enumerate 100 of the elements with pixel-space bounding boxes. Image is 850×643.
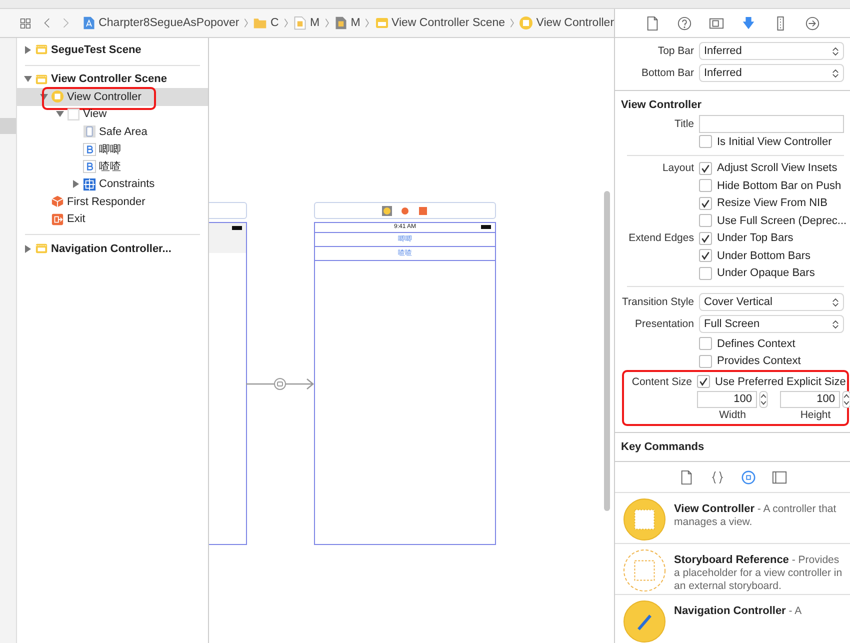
chevron-icon — [365, 16, 370, 30]
stepper-icon[interactable] — [842, 390, 850, 408]
checkbox-label: Under Bottom Bars — [717, 250, 811, 262]
view-controller-icon[interactable] — [382, 206, 392, 216]
outline-item[interactable]: Safe Area — [17, 123, 208, 140]
field-label: Bottom Bar — [640, 67, 695, 79]
field-caption: Height — [800, 408, 831, 420]
checkbox[interactable] — [699, 214, 712, 228]
outline-item[interactable]: Constraints — [17, 176, 208, 193]
path-item[interactable]: C — [253, 16, 279, 30]
popup-button[interactable]: Cover Vertical — [699, 293, 844, 311]
disclosure-triangle-icon[interactable] — [56, 110, 64, 118]
checkbox[interactable] — [699, 232, 712, 245]
item-label: View Controller Scene — [51, 73, 167, 86]
chevron-icon — [244, 16, 248, 30]
popup-button[interactable]: Inferred — [699, 42, 844, 60]
grid-icon[interactable] — [20, 16, 31, 30]
outline-item[interactable]: Exit — [17, 210, 208, 228]
outline-item[interactable]: Navigation Controller... — [17, 240, 208, 258]
cube-icon — [51, 195, 64, 208]
identity-inspector-tab-icon[interactable] — [709, 16, 724, 30]
file-library-tab-icon[interactable] — [678, 470, 694, 484]
checkbox-label: Adjust Scroll View Insets — [717, 162, 838, 174]
stepper-arrows-icon — [832, 68, 839, 78]
item-label: Constraints — [99, 178, 155, 190]
braces-library-tab-icon[interactable] — [710, 470, 724, 484]
cube-icon[interactable] — [400, 206, 410, 216]
title-field[interactable] — [699, 115, 844, 133]
chevron-icon — [510, 16, 514, 30]
number-field[interactable]: 100 — [697, 390, 757, 408]
checkbox[interactable] — [699, 162, 712, 175]
disclosure-triangle-icon[interactable] — [24, 75, 32, 84]
outline-item[interactable]: View Controller — [17, 88, 208, 106]
path-item[interactable]: M — [292, 16, 320, 30]
section-heading: Key Commands — [615, 432, 850, 456]
media-library-tab-icon[interactable] — [772, 470, 786, 484]
path-item[interactable]: View Controller — [519, 16, 614, 30]
scrollbar[interactable] — [604, 191, 610, 511]
segue-arrow[interactable] — [246, 377, 314, 391]
item-description: View Controller - A controller that manages a view. — [674, 502, 838, 529]
checkbox[interactable] — [699, 337, 712, 350]
section-heading: View Controller — [615, 90, 850, 115]
object-library-tab-icon[interactable] — [740, 470, 756, 484]
connections-inspector-tab-icon[interactable] — [805, 16, 820, 30]
attributes-inspector-tab-icon[interactable] — [741, 16, 756, 30]
checkbox[interactable] — [699, 249, 712, 262]
number-field[interactable]: 100 — [780, 390, 840, 408]
view-controller-icon — [51, 90, 64, 104]
outline-item[interactable]: View Controller Scene — [17, 70, 208, 88]
stepper-arrows-icon — [832, 318, 839, 330]
popup-button[interactable]: Full Screen — [699, 315, 844, 333]
file-inspector-tab-icon[interactable] — [645, 16, 660, 30]
chevron-icon — [324, 16, 329, 30]
outline-item[interactable]: 喳喳 — [17, 158, 208, 176]
stepper-arrows-icon — [832, 46, 839, 56]
outline-item[interactable]: View — [17, 106, 208, 123]
item-label: First Responder — [67, 196, 146, 208]
path-item[interactable]: Charpter8SegueAsPopover — [82, 16, 240, 30]
scene-icon — [35, 72, 48, 86]
scene-icon — [35, 43, 48, 56]
view-controller-icon — [623, 498, 666, 541]
disclosure-triangle-icon[interactable] — [72, 180, 80, 188]
field-label: Layout — [661, 162, 695, 174]
chevron-icon — [284, 16, 288, 30]
checkbox[interactable] — [699, 179, 712, 192]
navigation-controller-icon — [623, 600, 666, 643]
checkbox[interactable] — [699, 196, 712, 210]
checkbox-label: Use Full Screen (Deprec... — [717, 214, 847, 227]
field-label: Extend Edges — [628, 232, 695, 244]
item-label: 喳喳 — [99, 160, 121, 174]
checkbox-label: Provides Context — [717, 355, 801, 368]
library-item[interactable]: Storyboard Reference - Provides a placeholder for a view controller in an external storyboard. — [615, 544, 850, 595]
checkbox[interactable] — [699, 266, 712, 280]
popup-button[interactable]: Inferred — [699, 64, 844, 82]
checkbox-label: Is Initial View Controller — [717, 136, 832, 148]
item-label: Safe Area — [99, 126, 148, 138]
disclosure-triangle-icon[interactable] — [24, 244, 32, 253]
outline-item[interactable]: 唧唧 — [17, 140, 208, 158]
checkbox[interactable] — [697, 375, 710, 388]
constraints-icon — [83, 178, 96, 191]
checkbox[interactable] — [699, 354, 712, 368]
outline-item[interactable]: First Responder — [17, 193, 208, 210]
checkbox[interactable] — [699, 135, 712, 148]
field-label: Presentation — [634, 318, 695, 330]
scene-icon — [374, 16, 388, 30]
stepper-icon[interactable] — [759, 390, 768, 408]
item-label: View — [83, 108, 107, 120]
path-item[interactable]: M — [334, 16, 360, 30]
exit-icon — [51, 212, 64, 226]
path-item[interactable]: View Controller Scene — [374, 16, 506, 30]
button-icon — [83, 142, 96, 156]
disclosure-triangle-icon[interactable] — [40, 92, 48, 101]
exit-icon[interactable] — [418, 206, 428, 216]
help-inspector-tab-icon[interactable] — [677, 16, 692, 30]
library-item[interactable]: Navigation Controller - A — [615, 595, 850, 643]
file-icon — [292, 16, 307, 30]
disclosure-triangle-icon[interactable] — [24, 46, 32, 54]
outline-item[interactable]: SegueTest Scene — [17, 41, 208, 58]
library-item[interactable]: View Controller - A controller that manages a view. — [615, 493, 850, 544]
view-controller-icon — [519, 16, 534, 30]
